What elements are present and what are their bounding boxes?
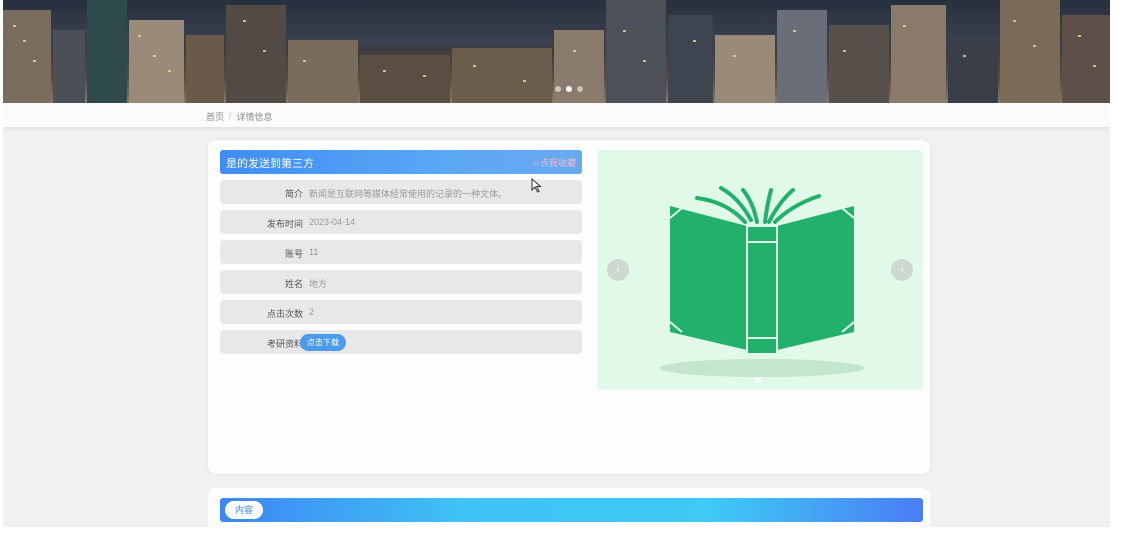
field-value: 地方 xyxy=(309,279,328,289)
field-label: 简介 xyxy=(284,189,303,199)
field-row-click-count: 点击次数 2 xyxy=(220,300,582,324)
field-value: 2023-04-14 xyxy=(309,217,356,227)
field-row-name: 姓名 地方 xyxy=(220,270,582,294)
open-book-illustration xyxy=(660,186,864,377)
detail-title-bar: 是的发送到第三方 ☆点我收藏 xyxy=(220,150,582,174)
banner-pagination xyxy=(555,86,583,92)
banner-dot[interactable] xyxy=(577,86,583,92)
detail-card: 是的发送到第三方 ☆点我收藏 简介 新闻是互联网等媒体经常使用的记录的一种文体。… xyxy=(208,140,930,474)
page: 首页 / 详情信息 是的发送到第三方 ☆点我收藏 简介 新闻是互联网等媒体经常使… xyxy=(3,0,1110,527)
detail-title: 是的发送到第三方 xyxy=(226,158,314,170)
carousel-next-button[interactable]: › xyxy=(891,259,913,281)
field-value: 11 xyxy=(309,247,319,257)
content-header-bar: 内容 xyxy=(220,498,923,522)
field-row-account: 账号 11 xyxy=(220,240,582,264)
breadcrumb-home[interactable]: 首页 xyxy=(206,110,224,123)
download-button[interactable]: 点击下载 xyxy=(300,334,346,351)
carousel-dot[interactable] xyxy=(755,377,761,383)
field-row-publish-time: 发布时间 2023-04-14 xyxy=(220,210,582,234)
content-tab[interactable]: 内容 xyxy=(225,501,263,519)
image-carousel[interactable]: ‹ › xyxy=(597,150,923,390)
field-label: 点击次数 xyxy=(266,309,303,319)
breadcrumb-separator: / xyxy=(229,110,232,120)
field-row-download: 考研资料 点击下载 xyxy=(220,330,582,354)
field-label: 账号 xyxy=(284,249,303,259)
carousel-prev-button[interactable]: ‹ xyxy=(607,259,629,281)
chevron-left-icon: ‹ xyxy=(616,264,620,275)
field-value: 2 xyxy=(309,307,315,317)
breadcrumb-current: 详情信息 xyxy=(236,112,273,122)
field-label: 发布时间 xyxy=(266,219,303,229)
right-margin xyxy=(1110,0,1129,545)
field-label: 姓名 xyxy=(284,279,303,289)
mouse-cursor-icon xyxy=(531,178,542,193)
field-value: 新闻是互联网等媒体经常使用的记录的一种文体。 xyxy=(309,189,508,199)
content-card: 内容 xyxy=(208,488,930,527)
chevron-right-icon: › xyxy=(900,264,904,275)
banner-dot[interactable] xyxy=(555,86,561,92)
field-label: 考研资料 xyxy=(266,339,303,349)
breadcrumb-bar: 首页 / 详情信息 xyxy=(3,103,1110,128)
favorite-button[interactable]: ☆点我收藏 xyxy=(532,156,576,169)
breadcrumb: 首页 / 详情信息 xyxy=(206,110,273,123)
banner-dot-active[interactable] xyxy=(566,86,572,92)
field-row-intro: 简介 新闻是互联网等媒体经常使用的记录的一种文体。 xyxy=(220,180,582,204)
banner-carousel[interactable] xyxy=(3,0,1110,103)
